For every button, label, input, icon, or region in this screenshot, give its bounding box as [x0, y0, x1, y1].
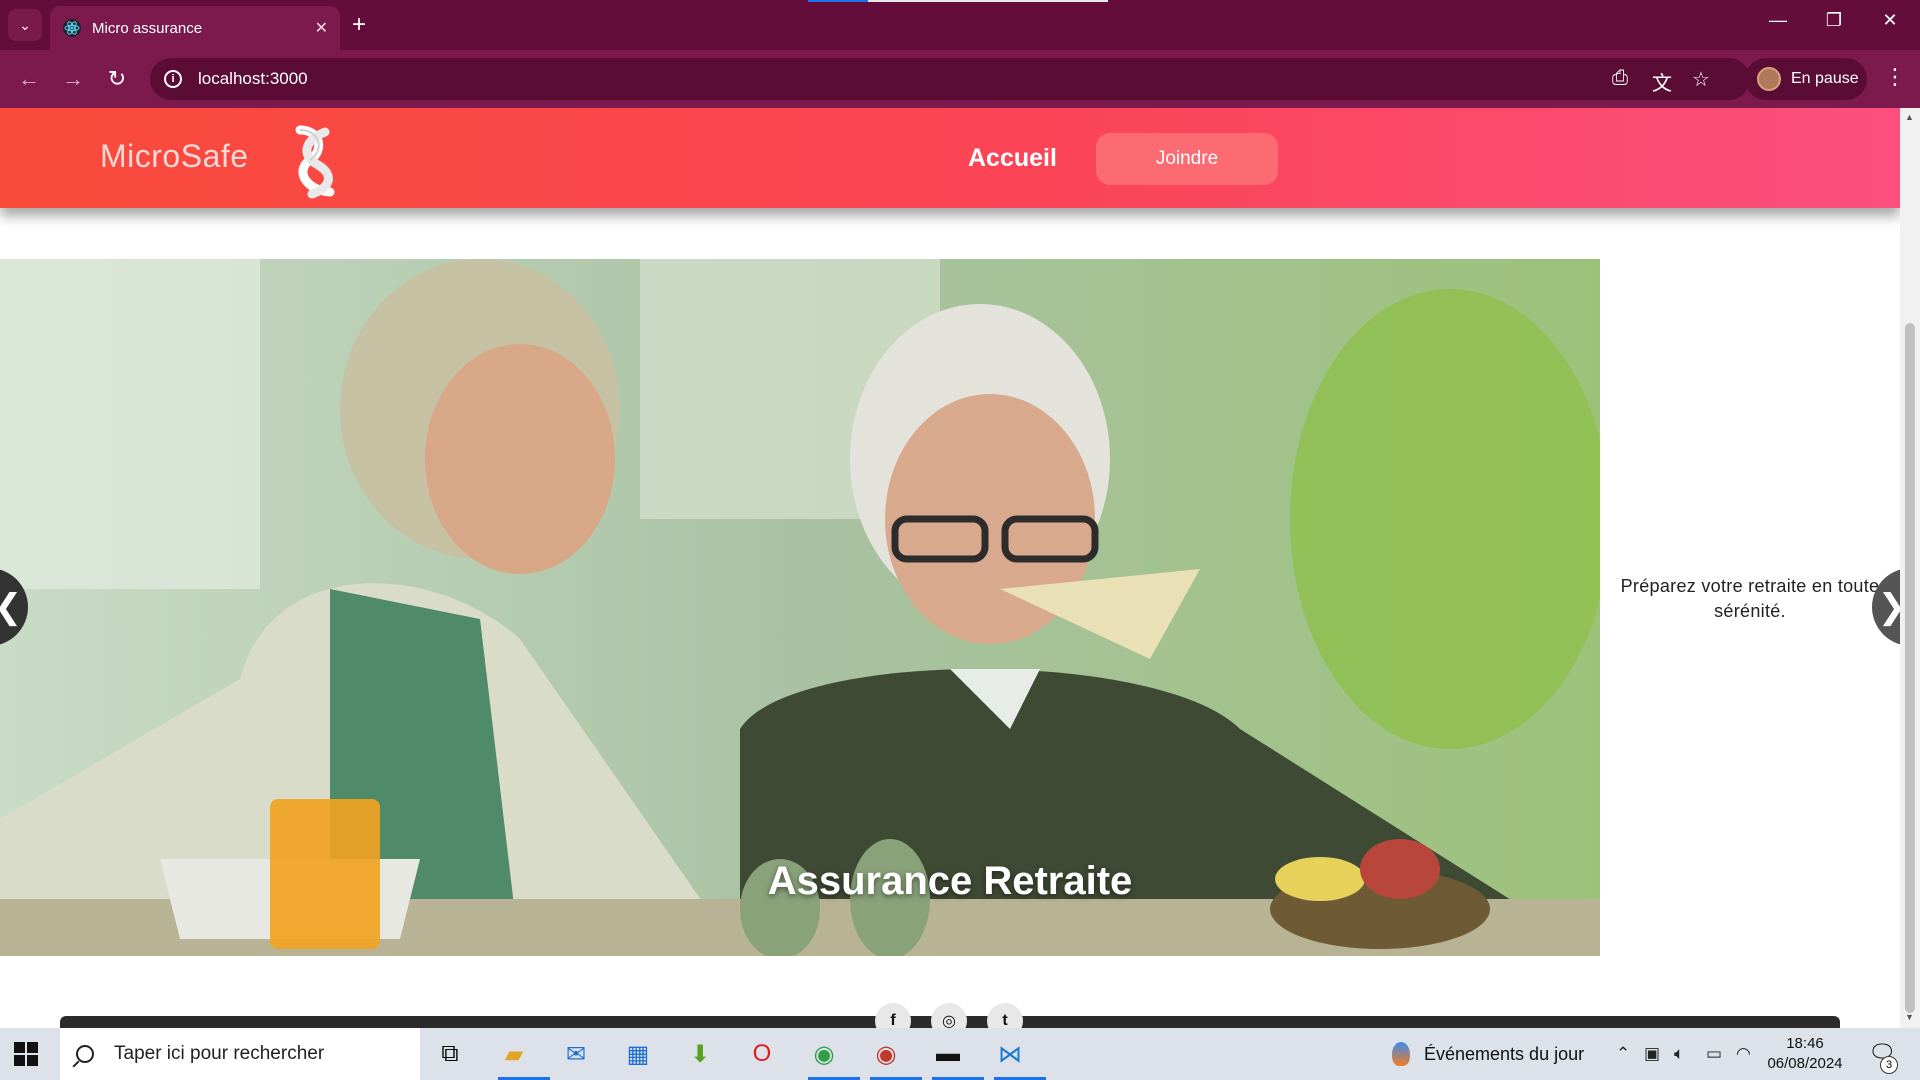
minimize-button[interactable]: — — [1758, 10, 1798, 31]
tab-close-icon[interactable]: ✕ — [315, 18, 328, 38]
close-window-button[interactable]: ✕ — [1870, 10, 1910, 31]
forward-button[interactable]: → — [58, 66, 88, 92]
notification-count-badge: 3 — [1880, 1056, 1898, 1074]
star-icon[interactable]: ☆ — [1692, 67, 1710, 92]
back-button[interactable]: ← — [14, 66, 44, 92]
task-view-icon[interactable]: ⧉ — [430, 1036, 470, 1072]
profile-button[interactable]: En pause — [1745, 58, 1867, 100]
taskbar-search-input[interactable]: Taper ici pour rechercher — [60, 1028, 420, 1080]
twitter-icon[interactable]: t — [987, 1003, 1023, 1028]
translate-icon[interactable]: 文 — [1652, 67, 1672, 96]
defender-icon[interactable]: ▣ — [1644, 1044, 1660, 1064]
opera-icon[interactable]: O — [742, 1036, 782, 1072]
chrome-profile-icon[interactable]: ◉ — [866, 1036, 922, 1080]
active-tab[interactable]: Micro assurance ✕ — [50, 6, 340, 50]
address-bar[interactable]: i localhost:3000 — [150, 58, 1750, 100]
clock-time: 18:46 — [1786, 1035, 1824, 1052]
page-viewport: MicroSafe Accueil Joindre Assurance Retr… — [0, 108, 1900, 1028]
scrollbar-thumb[interactable] — [1905, 323, 1915, 1013]
profile-label: En pause — [1791, 70, 1859, 87]
retirement-couple-photo — [0, 259, 1600, 956]
windows-start-icon[interactable] — [14, 1042, 38, 1066]
wifi-icon[interactable]: ◠ — [1736, 1044, 1751, 1064]
volume-icon[interactable]: 🔈︎ — [1674, 1044, 1684, 1064]
show-hidden-icons-icon[interactable]: ⌃ — [1616, 1044, 1630, 1064]
scroll-up-icon[interactable]: ▲ — [1905, 112, 1914, 122]
instagram-icon[interactable]: ◎ — [931, 1003, 967, 1028]
site-header: MicroSafe Accueil Joindre — [0, 108, 1900, 208]
site-info-icon[interactable]: i — [164, 70, 182, 88]
system-clock[interactable]: 18:46 06/08/2024 — [1760, 1034, 1850, 1074]
events-label: Événements du jour — [1424, 1043, 1585, 1064]
taskbar: Taper ici pour rechercher ⧉ ▰ ✉ ▦ ⬇ O ◉ … — [0, 1028, 1920, 1080]
knot-logo-icon — [295, 125, 335, 199]
browser-toolbar: ← → ↻ i localhost:3000 ⎙ 文 ☆ En pause ⋮ — [0, 50, 1920, 108]
store-icon[interactable]: ▦ — [618, 1036, 658, 1072]
search-icon — [76, 1045, 94, 1063]
slide-caption: Assurance Retraite — [767, 859, 1133, 903]
loading-indicator — [808, 0, 1108, 2]
search-placeholder: Taper ici pour rechercher — [114, 1043, 325, 1064]
clock-date: 06/08/2024 — [1767, 1055, 1843, 1072]
url-text: localhost:3000 — [198, 69, 308, 88]
restore-button[interactable]: ❐ — [1814, 10, 1854, 31]
vscode-icon[interactable]: ⋈ — [990, 1036, 1046, 1080]
page-scrollbar[interactable]: ▲ ▼ — [1900, 108, 1920, 1028]
file-explorer-icon[interactable]: ▰ — [494, 1036, 550, 1080]
facebook-icon[interactable]: f — [875, 1003, 911, 1028]
weather-flame-icon — [1392, 1042, 1410, 1066]
reload-button[interactable]: ↻ — [102, 66, 132, 92]
tab-strip: ⌄ Micro assurance ✕ + — ❐ ✕ — [0, 0, 1920, 50]
chrome-icon[interactable]: ◉ — [804, 1036, 860, 1080]
slide-description: Préparez votre retraite en toute sérénit… — [1620, 576, 1880, 621]
scroll-down-icon[interactable]: ▼ — [1905, 1012, 1914, 1022]
install-app-icon[interactable]: ⎙ — [1612, 67, 1628, 90]
news-widget[interactable]: Événements du jour — [1392, 1042, 1584, 1066]
tab-title: Micro assurance — [92, 19, 203, 37]
battery-icon[interactable]: ▭ — [1706, 1044, 1722, 1064]
avatar — [1757, 67, 1781, 91]
terminal-icon[interactable]: ▬ — [928, 1036, 984, 1080]
carousel-slide-image: Assurance Retraite — [0, 259, 1600, 956]
tab-search-button[interactable]: ⌄ — [8, 9, 42, 41]
react-favicon-icon — [63, 19, 81, 37]
join-button[interactable]: Joindre — [1096, 133, 1278, 185]
download-manager-icon[interactable]: ⬇ — [680, 1036, 720, 1072]
nav-home-link[interactable]: Accueil — [968, 144, 1057, 173]
new-tab-button[interactable]: + — [352, 12, 366, 38]
browser-menu-icon[interactable]: ⋮ — [1884, 64, 1906, 90]
mail-icon[interactable]: ✉ — [556, 1036, 596, 1072]
brand-name[interactable]: MicroSafe — [100, 138, 249, 175]
